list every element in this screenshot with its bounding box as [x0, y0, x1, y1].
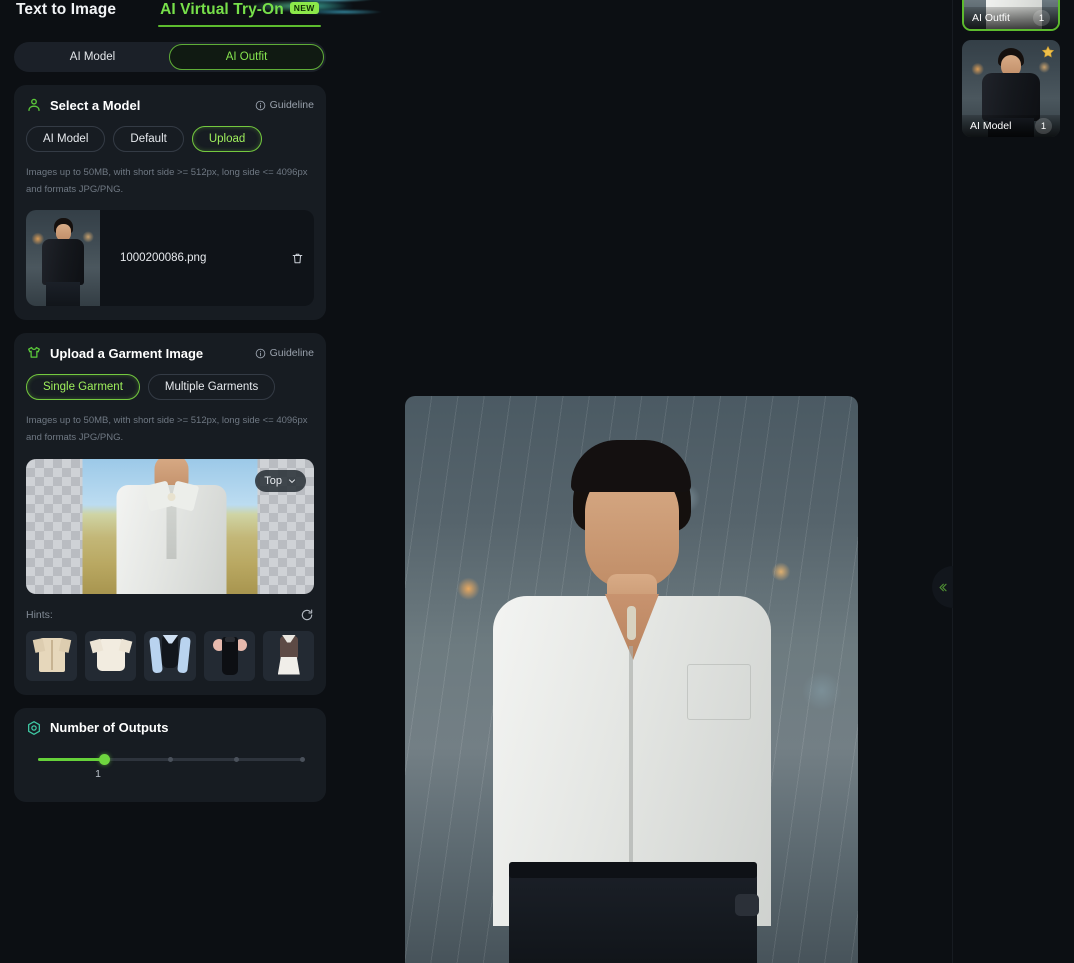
model-source-upload-label: Upload: [208, 133, 246, 145]
chevron-down-icon: [289, 478, 295, 483]
garment-header: Upload a Garment Image Guideline: [26, 345, 314, 361]
garment-guideline-label: Guideline: [269, 347, 314, 360]
history-item-caption: AI Model 1: [962, 115, 1060, 137]
garment-card: Upload a Garment Image Guideline Single …: [14, 333, 326, 695]
refresh-icon: [301, 609, 313, 620]
history-item-ai-model[interactable]: AI Model 1: [962, 40, 1060, 137]
model-upload-hint: Images up to 50MB, with short side >= 51…: [26, 167, 308, 195]
target-icon: [28, 720, 40, 735]
garment-mode-options: Single Garment Multiple Garments: [26, 374, 314, 401]
hint-thumbnail[interactable]: [144, 630, 196, 681]
hint-thumbnail[interactable]: [203, 630, 255, 681]
tab-text-to-image-label: Text to Image: [16, 1, 117, 18]
tshirt-icon: [28, 347, 40, 359]
model-source-upload[interactable]: Upload: [191, 126, 263, 152]
model-source-ai-model[interactable]: AI Model: [26, 126, 106, 152]
uploaded-model-file-name: 1000200086.png: [120, 252, 207, 265]
garment-title: Upload a Garment Image: [50, 345, 204, 361]
active-tab-underline: [158, 24, 321, 27]
rail-divider: [952, 0, 953, 963]
history-item-caption: AI Outfit 1: [964, 7, 1058, 29]
app-root: Text to Image AI Virtual Try-On NEW AI Mo…: [0, 0, 1074, 963]
garment-mode-single-label: Single Garment: [43, 381, 123, 394]
starred-badge: [1041, 45, 1055, 59]
tab-ai-virtual-try-on[interactable]: AI Virtual Try-On NEW: [158, 0, 321, 29]
garment-category-value: Top: [264, 474, 282, 487]
trash-icon: [292, 253, 302, 263]
model-source-options: AI Model Default Upload: [26, 126, 314, 152]
garment-mode-single[interactable]: Single Garment: [26, 374, 140, 401]
person-icon: [28, 98, 40, 111]
info-icon: [255, 348, 265, 359]
slider-thumb[interactable]: [98, 753, 110, 765]
necklace: [627, 606, 636, 640]
chevrons-left-icon: [939, 583, 947, 591]
history-item-count: 1: [1035, 118, 1052, 134]
hint-thumbnail-list: [26, 630, 315, 681]
select-model-title: Select a Model: [50, 97, 141, 113]
hint-thumbnail[interactable]: [26, 630, 78, 681]
garment-preview-image: [82, 458, 258, 594]
new-badge: NEW: [289, 2, 319, 14]
star-badge-icon: [1041, 45, 1055, 58]
top-tab-bar: Text to Image AI Virtual Try-On NEW: [0, 0, 1074, 34]
slider-tick: [167, 756, 173, 762]
tab-text-to-image[interactable]: Text to Image: [14, 0, 118, 29]
outputs-title-group: Number of Outputs: [26, 720, 314, 736]
hints-label: Hints:: [26, 608, 53, 621]
select-model-header: Select a Model Guideline: [26, 97, 314, 113]
info-icon: [255, 100, 265, 110]
model-source-ai-model-label: AI Model: [43, 133, 89, 145]
hint-thumbnail[interactable]: [85, 630, 137, 681]
garment-mode-multiple[interactable]: Multiple Garments: [147, 374, 276, 401]
uploaded-model-file-row[interactable]: 1000200086.png: [26, 210, 314, 307]
tab-ai-virtual-try-on-label: AI Virtual Try-On: [160, 1, 284, 18]
delete-model-file-button[interactable]: [280, 252, 314, 265]
select-model-title-group: Select a Model: [26, 97, 140, 113]
uploaded-model-thumbnail: [26, 210, 100, 307]
slider-tick: [233, 756, 239, 762]
history-item-label: AI Model: [970, 120, 1012, 132]
select-model-card: Select a Model Guideline AI Model Defaul…: [14, 85, 326, 321]
output-image-frame[interactable]: [405, 396, 858, 963]
belt: [509, 862, 757, 878]
mode-option-ai-model-label: AI Model: [69, 51, 116, 63]
garment-title-group: Upload a Garment Image: [26, 345, 203, 361]
garment-upload-hint: Images up to 50MB, with short side >= 51…: [26, 415, 308, 443]
outputs-title: Number of Outputs: [50, 720, 169, 735]
refresh-hints-button[interactable]: [300, 608, 314, 622]
model-source-default[interactable]: Default: [113, 126, 184, 152]
garment-category-select[interactable]: Top: [255, 469, 306, 492]
model-source-default-label: Default: [130, 133, 167, 145]
slider-track[interactable]: [38, 753, 305, 765]
garment-preview[interactable]: Top: [26, 458, 314, 594]
watch: [735, 894, 759, 916]
mode-option-ai-outfit[interactable]: AI Outfit: [169, 44, 324, 70]
garment-mode-multiple-label: Multiple Garments: [164, 381, 259, 394]
tab-list: Text to Image AI Virtual Try-On NEW: [0, 0, 1074, 29]
main-output-area: [340, 34, 952, 963]
slider-tick: [299, 756, 305, 762]
outputs-value: 1: [95, 767, 101, 780]
hint-thumbnail[interactable]: [262, 630, 315, 681]
history-rail: AI Outfit 1 AI Model 1: [932, 0, 1074, 963]
history-item-ai-outfit[interactable]: AI Outfit 1: [962, 0, 1060, 31]
hints-header: Hints:: [26, 608, 314, 622]
slider-track-fill: [38, 757, 104, 761]
select-model-guideline-label: Guideline: [269, 99, 314, 111]
mode-switch: AI Model AI Outfit: [14, 42, 326, 72]
select-model-guideline-link[interactable]: Guideline: [255, 99, 314, 111]
history-item-label: AI Outfit: [972, 12, 1010, 24]
garment-guideline-link[interactable]: Guideline: [255, 347, 314, 359]
shirt-pocket: [687, 664, 751, 720]
outputs-slider[interactable]: 1: [26, 752, 314, 788]
mode-option-ai-model[interactable]: AI Model: [16, 44, 169, 70]
history-item-count: 1: [1033, 10, 1050, 26]
left-control-panel: AI Model AI Outfit Select a Model Guidel…: [0, 34, 340, 963]
number-of-outputs-card: Number of Outputs 1: [14, 707, 326, 802]
mode-option-ai-outfit-label: AI Outfit: [225, 51, 268, 63]
